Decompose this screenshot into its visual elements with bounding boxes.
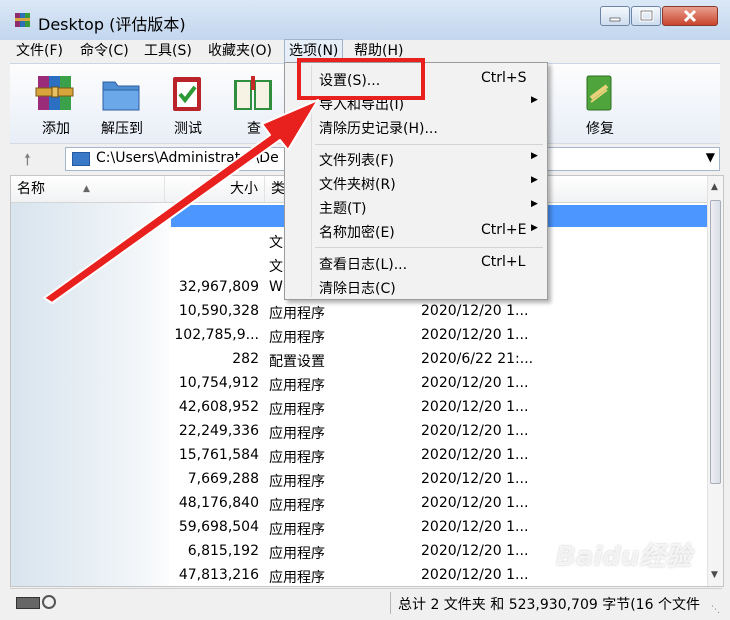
pointer-arrow-icon — [43, 99, 319, 304]
red-arrow-annotation — [43, 99, 319, 304]
winrar-window: Desktop (评估版本) 文件(F) 命令(C) 工具(S) 收藏夹(O) … — [0, 0, 730, 620]
